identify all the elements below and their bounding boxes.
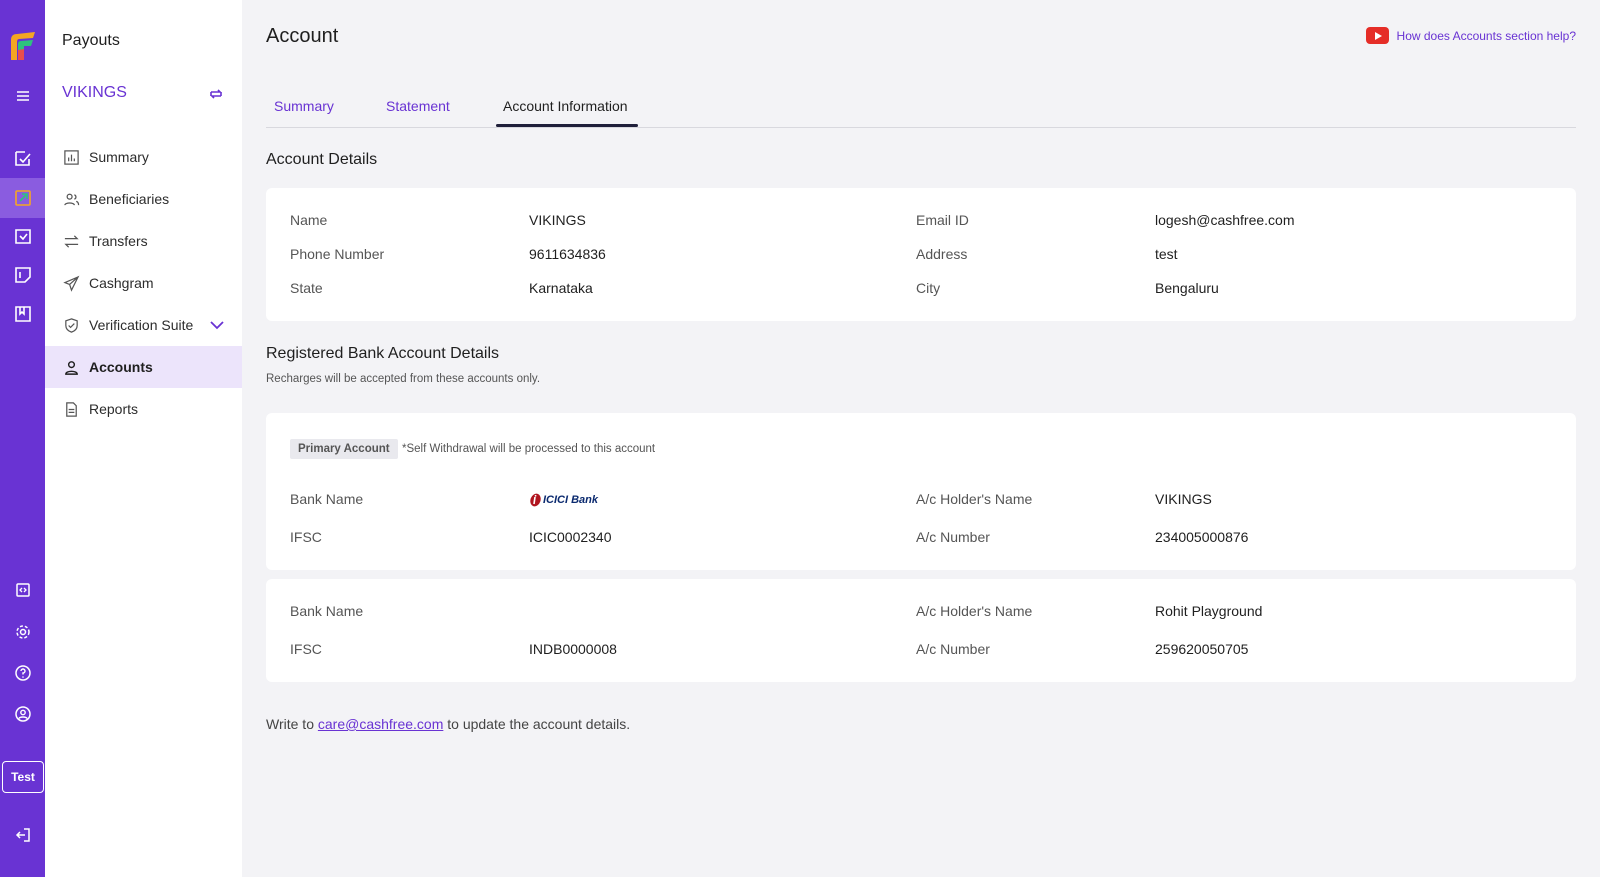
sidebar-item-label: Verification Suite: [89, 317, 194, 333]
holder-label: A/c Holder's Name: [916, 491, 1033, 507]
address-label: Address: [916, 246, 968, 262]
main-content: Account How does Accounts section help? …: [242, 0, 1600, 877]
city-label: City: [916, 280, 941, 296]
address-value: test: [1155, 246, 1178, 262]
state-label: State: [290, 280, 323, 296]
ifsc-value: INDB0000008: [529, 641, 617, 657]
tab-bar: Summary Statement Account Information: [266, 88, 1576, 128]
test-mode-button[interactable]: Test: [2, 761, 44, 793]
email-value: logesh@cashfree.com: [1155, 212, 1295, 228]
logout-icon[interactable]: [0, 815, 45, 855]
send-icon: [62, 274, 80, 292]
account-number-value: 259620050705: [1155, 641, 1249, 657]
help-video-link[interactable]: How does Accounts section help?: [1365, 27, 1576, 44]
sidebar-item-verification-suite[interactable]: Verification Suite: [45, 304, 242, 346]
tab-statement[interactable]: Statement: [386, 98, 450, 114]
app-title: Payouts: [62, 32, 120, 49]
page-title: Account: [266, 25, 339, 47]
account-number-value: 234005000876: [1155, 529, 1249, 545]
sidebar-item-beneficiaries[interactable]: Beneficiaries: [45, 178, 242, 220]
name-value: VIKINGS: [529, 212, 586, 228]
footer-suffix: to update the account details.: [447, 716, 631, 732]
help-icon[interactable]: [0, 653, 45, 693]
ifsc-label: IFSC: [290, 529, 322, 545]
sidebar-item-label: Transfers: [89, 233, 148, 249]
account-details-card: Name VIKINGS Phone Number 9611634836 Sta…: [266, 188, 1576, 321]
profile-icon[interactable]: [0, 694, 45, 734]
chart-icon: [62, 148, 80, 166]
chevron-down-icon[interactable]: [209, 317, 225, 333]
tab-summary[interactable]: Summary: [274, 98, 334, 114]
phone-label: Phone Number: [290, 246, 385, 262]
sidebar-item-cashgram[interactable]: Cashgram: [45, 262, 242, 304]
bank-name-label: Bank Name: [290, 491, 364, 507]
sidebar-item-reports[interactable]: Reports: [45, 388, 242, 430]
users-icon: [62, 190, 80, 208]
merchant-name: VIKINGS: [62, 84, 127, 101]
developers-icon[interactable]: [0, 570, 45, 610]
primary-account-badge: Primary Account: [290, 439, 398, 459]
sidebar-item-label: Reports: [89, 401, 139, 417]
account-number-label: A/c Number: [916, 641, 990, 657]
city-value: Bengaluru: [1155, 280, 1219, 296]
sidebar: Payouts VIKINGS Summary Beneficiaries Tr…: [45, 0, 242, 877]
update-details-note: Write to care@cashfree.com to update the…: [266, 716, 630, 732]
sidebar-item-transfers[interactable]: Transfers: [45, 220, 242, 262]
shield-check-icon: [62, 316, 80, 334]
app-rail: Test: [0, 0, 45, 877]
subscriptions-product-icon[interactable]: [0, 255, 45, 295]
holder-value: VIKINGS: [1155, 491, 1212, 507]
bank-details-title: Registered Bank Account Details: [266, 345, 500, 362]
icici-logo-icon: [530, 493, 541, 507]
sidebar-item-label: Accounts: [89, 359, 153, 375]
active-tab-indicator: [496, 124, 638, 127]
account-number-label: A/c Number: [916, 529, 990, 545]
sidebar-item-label: Summary: [89, 149, 149, 165]
bank-details-subtitle: Recharges will be accepted from these ac…: [266, 373, 541, 385]
sidebar-item-summary[interactable]: Summary: [45, 136, 242, 178]
settings-icon[interactable]: [0, 612, 45, 652]
switch-account-icon[interactable]: [208, 86, 224, 102]
help-link-text: How does Accounts section help?: [1396, 28, 1576, 43]
payouts-product-icon[interactable]: [0, 178, 45, 218]
holder-label: A/c Holder's Name: [916, 603, 1033, 619]
bank-account-card: Bank Name IFSC INDB0000008 A/c Holder's …: [266, 579, 1576, 682]
sidebar-item-accounts[interactable]: Accounts: [45, 346, 242, 388]
cashfree-logo[interactable]: [9, 30, 37, 60]
transfer-icon: [62, 232, 80, 250]
state-value: Karnataka: [529, 280, 593, 296]
sidebar-nav: Summary Beneficiaries Transfers Cashgram…: [45, 136, 242, 430]
ifsc-value: ICIC0002340: [529, 529, 612, 545]
bank-account-card: Primary Account *Self Withdrawal will be…: [266, 413, 1576, 570]
tab-account-information[interactable]: Account Information: [503, 98, 628, 114]
support-email-link[interactable]: care@cashfree.com: [318, 716, 443, 732]
primary-account-note: *Self Withdrawal will be processed to th…: [402, 443, 656, 455]
menu-icon[interactable]: [0, 76, 45, 116]
email-label: Email ID: [916, 212, 969, 228]
youtube-icon: [1365, 27, 1389, 44]
user-icon: [62, 358, 80, 376]
sidebar-item-label: Cashgram: [89, 275, 154, 291]
holder-value: Rohit Playground: [1155, 603, 1263, 619]
verification-product-icon[interactable]: [0, 216, 45, 256]
ifsc-label: IFSC: [290, 641, 322, 657]
account-details-title: Account Details: [266, 151, 378, 168]
document-icon: [62, 400, 80, 418]
bank-name-label: Bank Name: [290, 603, 364, 619]
icici-bank-logo: ICICI Bank: [529, 493, 598, 507]
pg-product-icon[interactable]: [0, 138, 45, 178]
name-label: Name: [290, 212, 328, 228]
phone-value: 9611634836: [529, 246, 606, 262]
invoices-product-icon[interactable]: [0, 294, 45, 334]
footer-prefix: Write to: [266, 716, 314, 732]
sidebar-item-label: Beneficiaries: [89, 191, 170, 207]
icici-logo-text: ICICI Bank: [543, 494, 599, 506]
